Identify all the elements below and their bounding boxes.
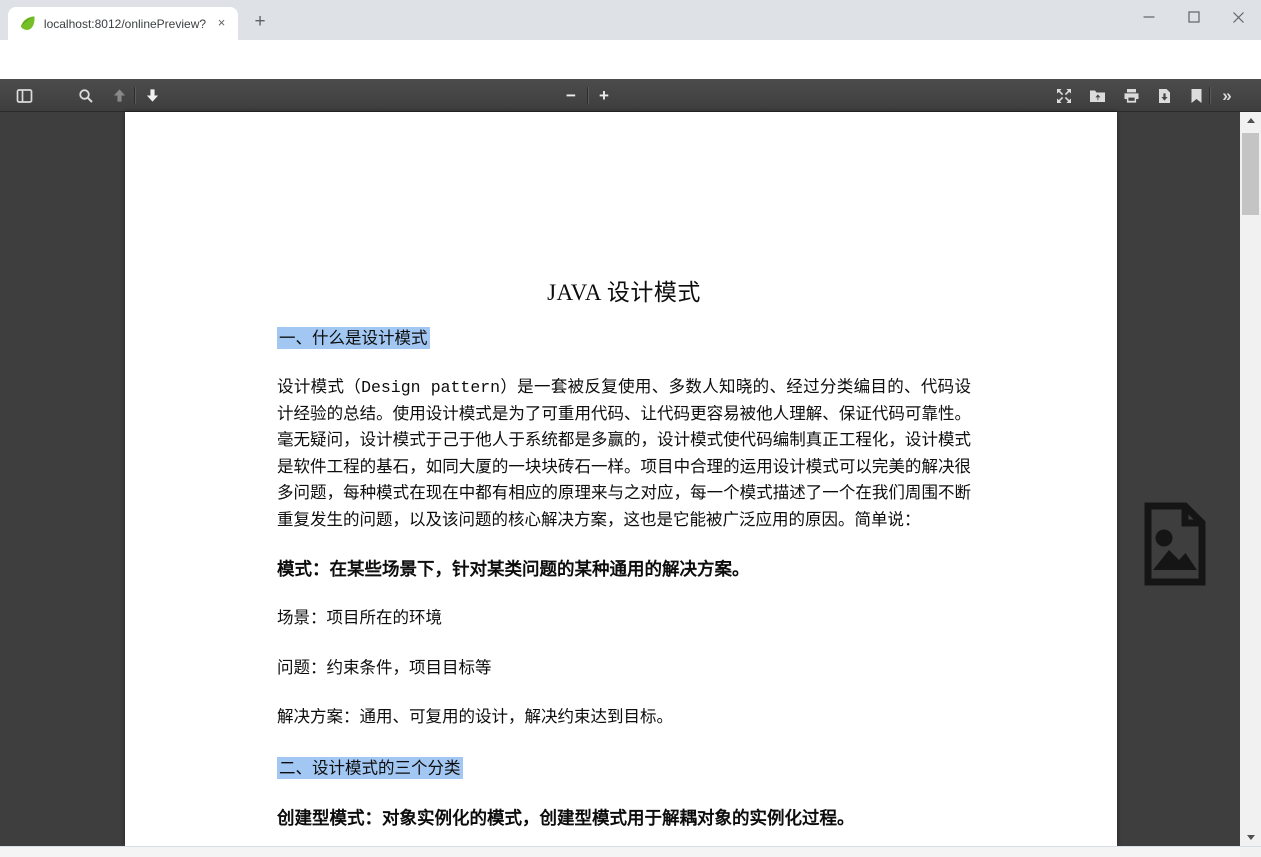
search-icon bbox=[78, 88, 94, 104]
pdf-toolbar: / 55 − + 自动缩放 bbox=[0, 79, 1261, 112]
previous-page-button[interactable] bbox=[105, 83, 133, 108]
doc-para: 场景：项目所在的环境 bbox=[277, 606, 971, 633]
browser-address-bar: localhost:8012/onlinePreview?url=http://… bbox=[0, 40, 1261, 79]
presentation-mode-button[interactable] bbox=[1050, 83, 1078, 108]
fullscreen-icon bbox=[1056, 88, 1072, 104]
toggle-sidebar-button[interactable] bbox=[10, 83, 38, 108]
close-window-button[interactable] bbox=[1216, 0, 1261, 34]
window-controls bbox=[1126, 0, 1261, 34]
tab-close-icon[interactable]: × bbox=[213, 15, 230, 32]
download-icon bbox=[1157, 88, 1172, 104]
toolbar-separator bbox=[587, 87, 588, 104]
vertical-scrollbar[interactable] bbox=[1240, 112, 1261, 846]
toolbar-separator bbox=[1209, 87, 1210, 104]
doc-para: 解决方案：通用、可复用的设计，解决约束达到目标。 bbox=[277, 705, 971, 732]
pdf-viewer-area: JAVA 设计模式一、什么是设计模式设计模式（Design pattern）是一… bbox=[0, 112, 1261, 857]
vertical-scrollbar-thumb[interactable] bbox=[1242, 133, 1259, 215]
minus-icon: − bbox=[566, 86, 576, 106]
scroll-down-icon bbox=[1247, 835, 1255, 840]
doc-bold: 模式：在某些场景下，针对某类问题的某种通用的解决方案。 bbox=[277, 557, 971, 581]
plus-icon: + bbox=[599, 86, 609, 106]
spring-leaf-favicon bbox=[19, 15, 36, 32]
scroll-up-button[interactable] bbox=[1240, 112, 1261, 129]
document-content: JAVA 设计模式一、什么是设计模式设计模式（Design pattern）是一… bbox=[277, 273, 971, 855]
highlighted-heading-text: 一、什么是设计模式 bbox=[277, 327, 430, 349]
doc-heading: 一、什么是设计模式 bbox=[277, 324, 971, 348]
find-button[interactable] bbox=[72, 83, 100, 108]
double-chevron-icon: » bbox=[1222, 86, 1231, 106]
download-button[interactable] bbox=[1150, 83, 1178, 108]
tab-title: localhost:8012/onlinePreview? bbox=[44, 17, 211, 31]
page-down-icon bbox=[145, 88, 160, 103]
open-file-button[interactable] bbox=[1083, 83, 1111, 108]
doc-para: 设计模式（Design pattern）是一套被反复使用、多数人知晓的、经过分类… bbox=[277, 375, 971, 534]
scroll-up-icon bbox=[1247, 118, 1255, 123]
page-up-icon bbox=[112, 88, 127, 103]
maximize-icon bbox=[1188, 11, 1200, 23]
zoom-in-button[interactable]: + bbox=[590, 83, 618, 108]
minimize-icon bbox=[1143, 11, 1155, 23]
print-icon bbox=[1123, 88, 1140, 104]
scroll-down-button[interactable] bbox=[1240, 829, 1261, 846]
pdf-page: JAVA 设计模式一、什么是设计模式设计模式（Design pattern）是一… bbox=[125, 112, 1117, 846]
maximize-button[interactable] bbox=[1171, 0, 1216, 34]
scrollbar-corner bbox=[1240, 846, 1261, 857]
close-icon bbox=[1232, 11, 1245, 24]
next-page-button[interactable] bbox=[138, 83, 166, 108]
doc-heading: 二、设计模式的三个分类 bbox=[277, 755, 971, 779]
horizontal-scrollbar[interactable] bbox=[0, 846, 1240, 857]
more-tools-button[interactable]: » bbox=[1213, 83, 1241, 108]
print-button[interactable] bbox=[1117, 83, 1145, 108]
doc-bold: 创建型模式：对象实例化的模式，创建型模式用于解耦对象的实例化过程。 bbox=[277, 806, 971, 830]
open-file-icon bbox=[1089, 88, 1106, 103]
highlighted-heading-text: 二、设计模式的三个分类 bbox=[277, 757, 463, 779]
browser-tab[interactable]: localhost:8012/onlinePreview? × bbox=[8, 7, 238, 40]
bookmark-icon bbox=[1190, 88, 1203, 104]
sidebar-icon bbox=[16, 88, 33, 104]
bookmark-view-button[interactable] bbox=[1182, 83, 1210, 108]
image-preview-button[interactable] bbox=[1138, 500, 1210, 588]
doc-para: 问题：约束条件，项目目标等 bbox=[277, 656, 971, 683]
zoom-out-button[interactable]: − bbox=[557, 83, 585, 108]
image-file-icon bbox=[1138, 500, 1210, 588]
new-tab-button[interactable]: + bbox=[247, 9, 273, 35]
toolbar-separator bbox=[134, 87, 135, 104]
minimize-button[interactable] bbox=[1126, 0, 1171, 34]
browser-tab-bar: localhost:8012/onlinePreview? × + bbox=[0, 0, 1261, 40]
doc-title: JAVA 设计模式 bbox=[277, 273, 971, 307]
